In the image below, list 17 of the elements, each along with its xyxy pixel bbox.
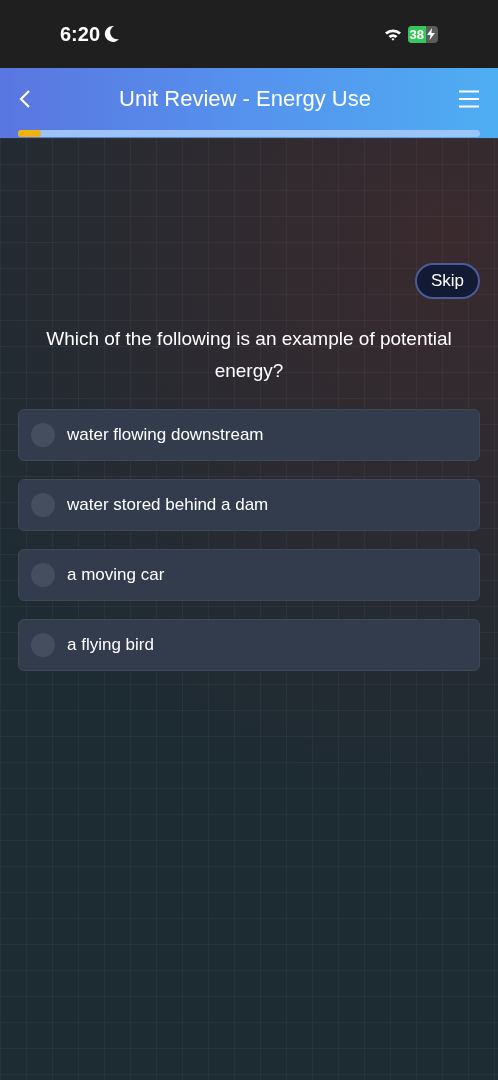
battery-level: 38	[407, 25, 426, 43]
answer-option[interactable]: a moving car	[18, 549, 480, 601]
answer-option[interactable]: water flowing downstream	[18, 409, 480, 461]
option-label: water flowing downstream	[67, 425, 264, 445]
moon-icon	[104, 25, 121, 43]
question-text: Which of the following is an example of potential energy?	[45, 327, 453, 383]
option-label: a flying bird	[67, 635, 154, 655]
menu-icon[interactable]	[458, 90, 480, 108]
wifi-icon	[383, 27, 402, 41]
answer-option[interactable]: a flying bird	[18, 619, 480, 671]
page-title: Unit Review - Energy Use	[119, 86, 371, 112]
option-label: a moving car	[67, 565, 165, 585]
skip-button[interactable]: Skip	[414, 263, 480, 299]
answer-option[interactable]: water stored behind a dam	[18, 479, 480, 531]
back-icon[interactable]	[18, 89, 32, 109]
option-label: water stored behind a dam	[67, 495, 269, 515]
status-time: 6:20	[60, 22, 101, 46]
